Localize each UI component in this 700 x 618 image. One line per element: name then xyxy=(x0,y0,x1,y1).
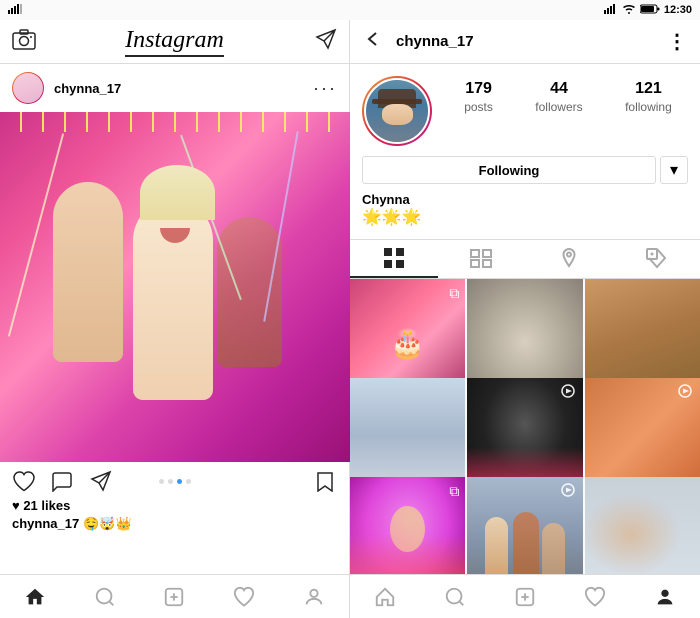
status-bar-right: 12:30 xyxy=(350,0,700,20)
posts-label: posts xyxy=(464,100,493,114)
likes-count: ♥ 21 likes xyxy=(12,498,337,513)
multi-photo-icon-2: ⧉ xyxy=(449,483,459,500)
profile-info: 179 posts 44 followers 121 following Fol… xyxy=(350,64,700,239)
nav-profile-button[interactable] xyxy=(302,585,326,609)
right-nav-add-button[interactable] xyxy=(513,585,537,609)
post-username[interactable]: chynna_17 xyxy=(54,81,121,96)
comment-button[interactable] xyxy=(50,470,74,492)
video-icon xyxy=(559,384,577,401)
following-button[interactable]: Following xyxy=(362,156,656,184)
tab-tag[interactable] xyxy=(613,240,700,278)
post-actions: ♥ 21 likes chynna_17 🤤🤯👑 xyxy=(0,462,349,540)
right-header: chynna_17 ⋮ xyxy=(350,20,700,64)
posts-stat: 179 posts xyxy=(464,80,493,116)
dot-4 xyxy=(186,479,191,484)
post-user-row: chynna_17 ··· xyxy=(0,64,349,112)
followers-label: followers xyxy=(535,100,582,114)
battery-icon xyxy=(640,4,660,17)
nav-home-button[interactable] xyxy=(23,585,47,609)
right-nav-profile-button[interactable] xyxy=(653,585,677,609)
profile-header-username: chynna_17 xyxy=(396,33,655,50)
nav-search-button[interactable] xyxy=(93,585,117,609)
action-icons-left xyxy=(12,470,112,492)
tab-list[interactable] xyxy=(438,240,526,278)
right-panel: chynna_17 ⋮ xyxy=(350,20,700,618)
bookmark-button[interactable] xyxy=(313,470,337,492)
followers-stat[interactable]: 44 followers xyxy=(535,80,582,116)
wifi-icon xyxy=(622,4,636,17)
right-nav-home-button[interactable] xyxy=(373,585,397,609)
dropdown-chevron: ▾ xyxy=(670,160,678,180)
post-image xyxy=(0,112,350,462)
profile-name: Chynna xyxy=(362,192,688,207)
right-bottom-nav xyxy=(350,574,700,618)
tab-location[interactable] xyxy=(525,240,613,278)
post-more-button[interactable]: ··· xyxy=(313,78,337,99)
dot-1 xyxy=(159,479,164,484)
post-caption: chynna_17 🤤🤯👑 xyxy=(12,516,337,532)
carousel-dots xyxy=(159,479,191,484)
back-button[interactable] xyxy=(362,29,384,54)
status-bar-left xyxy=(0,0,350,20)
video-icon-3 xyxy=(559,483,577,500)
time-display: 12:30 xyxy=(664,4,692,16)
send-button[interactable] xyxy=(313,28,337,55)
more-options-button[interactable]: ⋮ xyxy=(667,29,688,54)
post-user-info: chynna_17 xyxy=(12,72,121,104)
dot-3 xyxy=(177,479,182,484)
following-count: 121 xyxy=(625,80,672,98)
dot-2 xyxy=(168,479,173,484)
profile-bio: 🌟🌟🌟 xyxy=(362,207,688,227)
grid-item-7[interactable]: ⧉ xyxy=(350,477,465,574)
followers-count: 44 xyxy=(535,80,582,98)
tab-grid[interactable] xyxy=(350,240,438,278)
profile-avatar[interactable] xyxy=(362,76,432,146)
following-stat[interactable]: 121 following xyxy=(625,80,672,116)
signal-icon xyxy=(8,4,22,17)
app-title: Instagram xyxy=(125,27,224,57)
caption-username[interactable]: chynna_17 xyxy=(12,516,79,531)
camera-button[interactable] xyxy=(12,28,36,55)
multi-photo-icon: ⧉ xyxy=(449,285,459,302)
following-label: following xyxy=(625,100,672,114)
left-bottom-nav xyxy=(0,574,349,618)
grid-item-8[interactable] xyxy=(467,477,582,574)
video-icon-2 xyxy=(676,384,694,401)
right-nav-search-button[interactable] xyxy=(443,585,467,609)
like-button[interactable] xyxy=(12,470,36,492)
nav-heart-button[interactable] xyxy=(232,585,256,609)
signal-icon-right xyxy=(604,4,618,17)
left-header: Instagram xyxy=(0,20,349,64)
share-button[interactable] xyxy=(88,470,112,492)
post-avatar[interactable] xyxy=(12,72,44,104)
grid-item-9[interactable] xyxy=(585,477,700,574)
caption-emojis: 🤤🤯👑 xyxy=(83,516,132,531)
profile-tabs xyxy=(350,239,700,279)
profile-stats: 179 posts 44 followers 121 following xyxy=(448,76,688,116)
follow-dropdown-button[interactable]: ▾ xyxy=(660,156,688,184)
nav-add-button[interactable] xyxy=(162,585,186,609)
photo-grid: ⧉ xyxy=(350,279,700,574)
posts-count: 179 xyxy=(464,80,493,98)
left-panel: Instagram chynna_17 ··· xyxy=(0,20,350,618)
follow-row: Following ▾ xyxy=(362,156,688,184)
right-nav-heart-button[interactable] xyxy=(583,585,607,609)
